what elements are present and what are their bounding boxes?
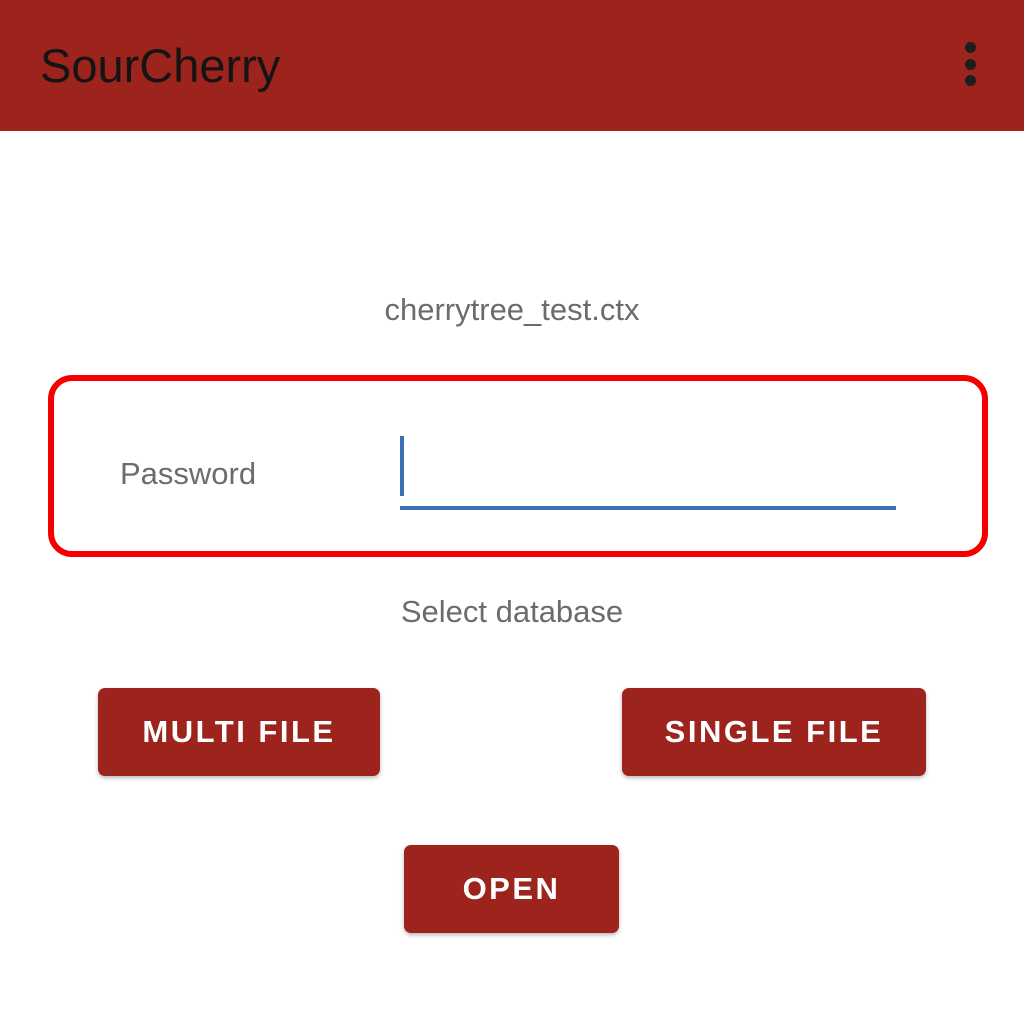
menu-dot bbox=[964, 75, 976, 86]
overflow-menu-icon[interactable] bbox=[950, 38, 990, 90]
app-bar: SourCherry bbox=[0, 0, 1024, 131]
menu-dot bbox=[964, 58, 976, 70]
password-label: Password bbox=[120, 456, 257, 491]
app-title: SourCherry bbox=[40, 39, 281, 92]
menu-dot bbox=[964, 42, 976, 53]
password-input[interactable] bbox=[400, 432, 896, 510]
select-database-label: Select database bbox=[400, 594, 624, 629]
text-cursor bbox=[400, 436, 404, 496]
multi-file-button[interactable]: MULTI FILE bbox=[98, 688, 380, 776]
database-file-name: cherrytree_test.ctx bbox=[384, 292, 640, 327]
single-file-button[interactable]: SINGLE FILE bbox=[622, 688, 926, 776]
open-button[interactable]: OPEN bbox=[404, 845, 619, 933]
